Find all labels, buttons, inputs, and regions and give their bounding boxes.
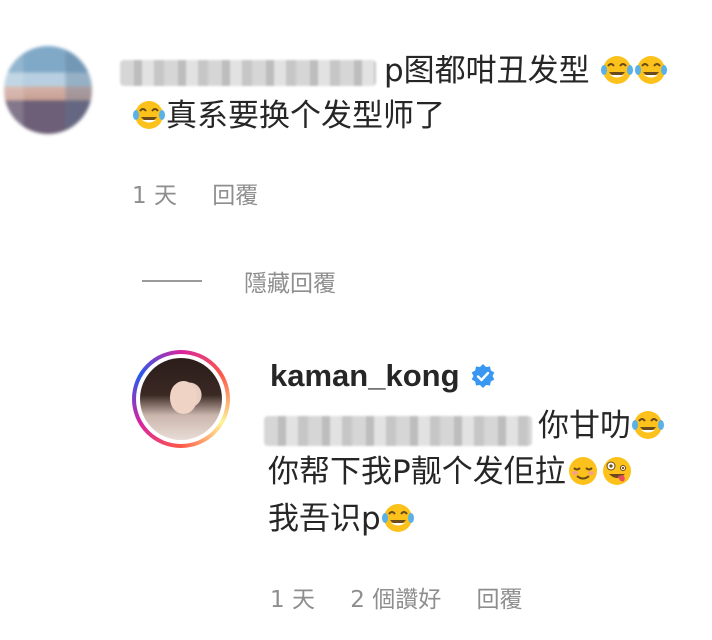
reply-username-row[interactable]: kaman_kong: [270, 358, 496, 394]
reply-reply-button[interactable]: 回覆: [477, 587, 523, 613]
zany-face-icon: [600, 455, 634, 487]
reply-text-line2: 你帮下我P靓个发佢拉: [268, 452, 634, 492]
verified-badge-icon: [471, 364, 494, 388]
reply-text: 你帮下我P靓个发佢拉: [268, 454, 566, 490]
hide-replies-toggle[interactable]: 隱藏回覆: [142, 264, 336, 298]
avatar-photo: [140, 358, 222, 440]
hide-replies-label[interactable]: 隱藏回覆: [244, 264, 336, 298]
reply-avatar[interactable]: [132, 350, 230, 448]
comment-meta: 1 天 回覆: [132, 181, 286, 211]
reply-text-line3: 我吾识p: [268, 499, 415, 539]
tears-of-joy-icon: [631, 409, 665, 441]
comment-time: 1 天: [132, 183, 177, 209]
reply-text-line1: 你甘叻: [538, 406, 665, 446]
comment-text: p图都咁丑发型: [384, 53, 590, 89]
comment-text-line2: 真系要换个发型师了: [132, 96, 445, 136]
tears-of-joy-icon: [381, 502, 415, 534]
reply-text: 我吾识p: [268, 501, 381, 537]
tears-of-joy-icon: [634, 54, 668, 86]
comment-text-line1: p图都咁丑发型: [384, 51, 668, 91]
comment-text: 真系要换个发型师了: [166, 98, 445, 134]
reply-meta: 1 天 2 個讚好 回覆: [270, 585, 551, 615]
commenter-username-redacted[interactable]: [120, 60, 376, 86]
relieved-face-icon: [566, 455, 600, 487]
tears-of-joy-icon: [132, 99, 166, 131]
divider-line: [142, 280, 202, 282]
reply-likes-link[interactable]: 2 個讚好: [350, 587, 441, 613]
reply-username[interactable]: kaman_kong: [270, 358, 460, 394]
tears-of-joy-icon: [600, 54, 634, 86]
reply-time: 1 天: [270, 587, 315, 613]
comment-reply-button[interactable]: 回覆: [212, 183, 258, 209]
reply-text: 你甘叻: [538, 408, 631, 444]
avatar-inner-ring: [136, 354, 226, 444]
mentioned-username-redacted[interactable]: [264, 416, 532, 446]
commenter-avatar[interactable]: [4, 46, 92, 134]
